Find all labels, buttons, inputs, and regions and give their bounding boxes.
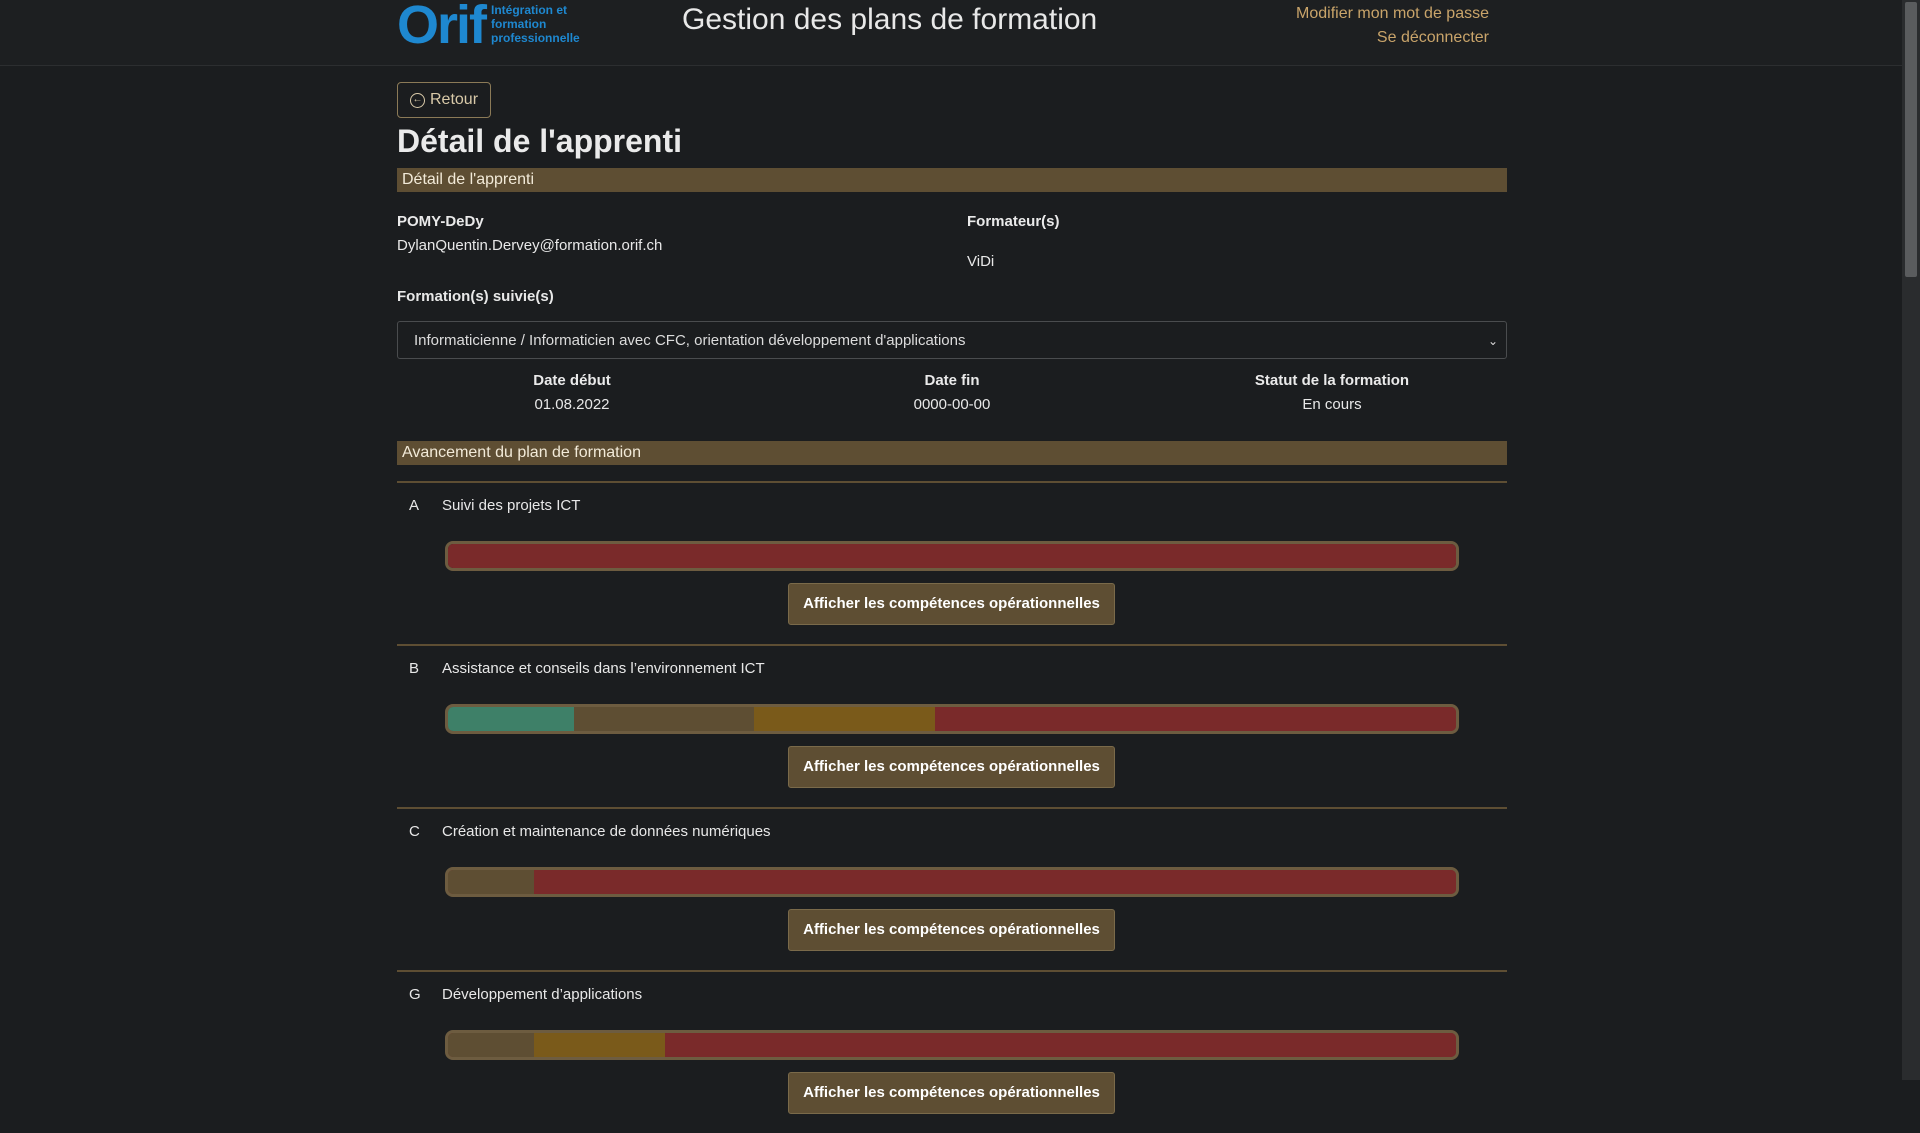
progress-segment bbox=[533, 870, 1456, 894]
progress-section-header: Avancement du plan de formation bbox=[397, 441, 1507, 465]
progress-bar bbox=[445, 867, 1459, 897]
domain-name: Développement d’applications bbox=[442, 986, 643, 1003]
progress-segment bbox=[664, 1033, 1456, 1057]
trainers-block: Formateur(s) ViDi bbox=[967, 210, 1507, 274]
progress-bar bbox=[445, 704, 1459, 734]
progress-segment bbox=[754, 707, 935, 731]
domains-list: A Suivi des projets ICT Afficher les compé… bbox=[397, 481, 1507, 1133]
end-date: Date fin 0000-00-00 bbox=[747, 369, 1157, 417]
progress-segment bbox=[574, 707, 755, 731]
apprentice-email: DylanQuentin.Dervey@formation.orif.ch bbox=[397, 237, 663, 254]
back-button[interactable]: ← Retour bbox=[397, 82, 492, 118]
domain-header: B Assistance et conseils dans l’environne… bbox=[409, 660, 765, 677]
detail-section-header: Détail de l'apprenti bbox=[397, 168, 1507, 192]
show-skills-button[interactable]: Afficher les compétences opérationnelles bbox=[788, 746, 1115, 788]
arrow-left-circle-icon: ← bbox=[410, 92, 425, 108]
show-skills-button[interactable]: Afficher les compétences opérationnelles bbox=[788, 1072, 1115, 1114]
show-skills-button[interactable]: Afficher les compétences opérationnelles bbox=[788, 583, 1115, 625]
status-value: En cours bbox=[1302, 396, 1362, 413]
progress-segment bbox=[934, 707, 1456, 731]
scrollbar-thumb[interactable] bbox=[1905, 2, 1917, 277]
formation-select[interactable]: Informaticienne / Informaticien avec CFC… bbox=[397, 321, 1507, 359]
change-password-link[interactable]: Modifier mon mot de passe bbox=[1296, 2, 1489, 26]
domain-name: Suivi des projets ICT bbox=[442, 497, 581, 514]
app-title: Gestion des plans de formation bbox=[682, 3, 1098, 36]
domain-block: C Création et maintenance de données numé… bbox=[397, 807, 1507, 970]
domain-letter: A bbox=[409, 497, 420, 514]
domain-header: C Création et maintenance de données numé… bbox=[409, 823, 771, 840]
show-skills-button[interactable]: Afficher les compétences opérationnelles bbox=[788, 909, 1115, 951]
domain-header: G Développement d’applications bbox=[409, 986, 642, 1003]
user-links: Modifier mon mot de passe Se déconnecter bbox=[1296, 2, 1489, 50]
trainer-name: ViDi bbox=[967, 253, 995, 270]
start-date-label: Date début bbox=[533, 372, 611, 389]
domain-letter: G bbox=[409, 986, 421, 1003]
logout-link[interactable]: Se déconnecter bbox=[1296, 26, 1489, 50]
progress-segment bbox=[533, 1033, 665, 1057]
apprentice-info: POMY-DeDy DylanQuentin.Dervey@formation.… bbox=[397, 210, 1507, 274]
end-date-label: Date fin bbox=[924, 372, 980, 389]
status-label: Statut de la formation bbox=[1254, 372, 1410, 389]
apprentice-username: POMY-DeDy bbox=[397, 213, 484, 230]
main-content: ← Retour Détail de l'apprenti Détail de … bbox=[397, 82, 1507, 1133]
start-date: Date début 01.08.2022 bbox=[397, 369, 747, 417]
back-button-label: Retour bbox=[430, 91, 479, 108]
progress-segment bbox=[448, 870, 534, 894]
progress-segment bbox=[448, 544, 1456, 568]
progress-bar bbox=[445, 541, 1459, 571]
progress-segment bbox=[448, 707, 574, 731]
logo-mark: Orif bbox=[397, 0, 487, 55]
end-date-value: 0000-00-00 bbox=[913, 396, 991, 413]
apprentice-identity: POMY-DeDy DylanQuentin.Dervey@formation.… bbox=[397, 210, 967, 274]
domain-name: Création et maintenance de données numér… bbox=[442, 823, 771, 840]
page-scrollbar[interactable] bbox=[1902, 0, 1920, 1080]
domain-letter: C bbox=[409, 823, 420, 840]
domain-letter: B bbox=[409, 660, 420, 677]
domain-block: B Assistance et conseils dans l’environne… bbox=[397, 644, 1507, 807]
domain-block: A Suivi des projets ICT Afficher les compé… bbox=[397, 481, 1507, 644]
formations-label: Formation(s) suivie(s) bbox=[397, 288, 554, 305]
progress-bar bbox=[445, 1030, 1459, 1060]
orif-logo[interactable]: Orif Intégration et formation profession… bbox=[397, 0, 601, 55]
trainers-label: Formateur(s) bbox=[967, 213, 1060, 230]
domain-name: Assistance et conseils dans l’environnem… bbox=[442, 660, 765, 677]
chevron-down-icon: ⌄ bbox=[1487, 334, 1498, 348]
domain-header: A Suivi des projets ICT bbox=[409, 497, 580, 514]
logo-subtitle: Intégration et formation professionnelle bbox=[491, 3, 580, 45]
formation-dates: Date début 01.08.2022 Date fin 0000-00-0… bbox=[397, 369, 1507, 417]
domain-block: G Développement d’applications Afficher le… bbox=[397, 970, 1507, 1133]
formation-status: Statut de la formation En cours bbox=[1157, 369, 1507, 417]
top-navbar: Orif Intégration et formation profession… bbox=[0, 0, 1902, 66]
formation-select-value: Informaticienne / Informaticien avec CFC… bbox=[414, 332, 966, 349]
page-title: Détail de l'apprenti bbox=[397, 123, 682, 159]
progress-segment bbox=[448, 1033, 534, 1057]
start-date-value: 01.08.2022 bbox=[534, 396, 610, 413]
